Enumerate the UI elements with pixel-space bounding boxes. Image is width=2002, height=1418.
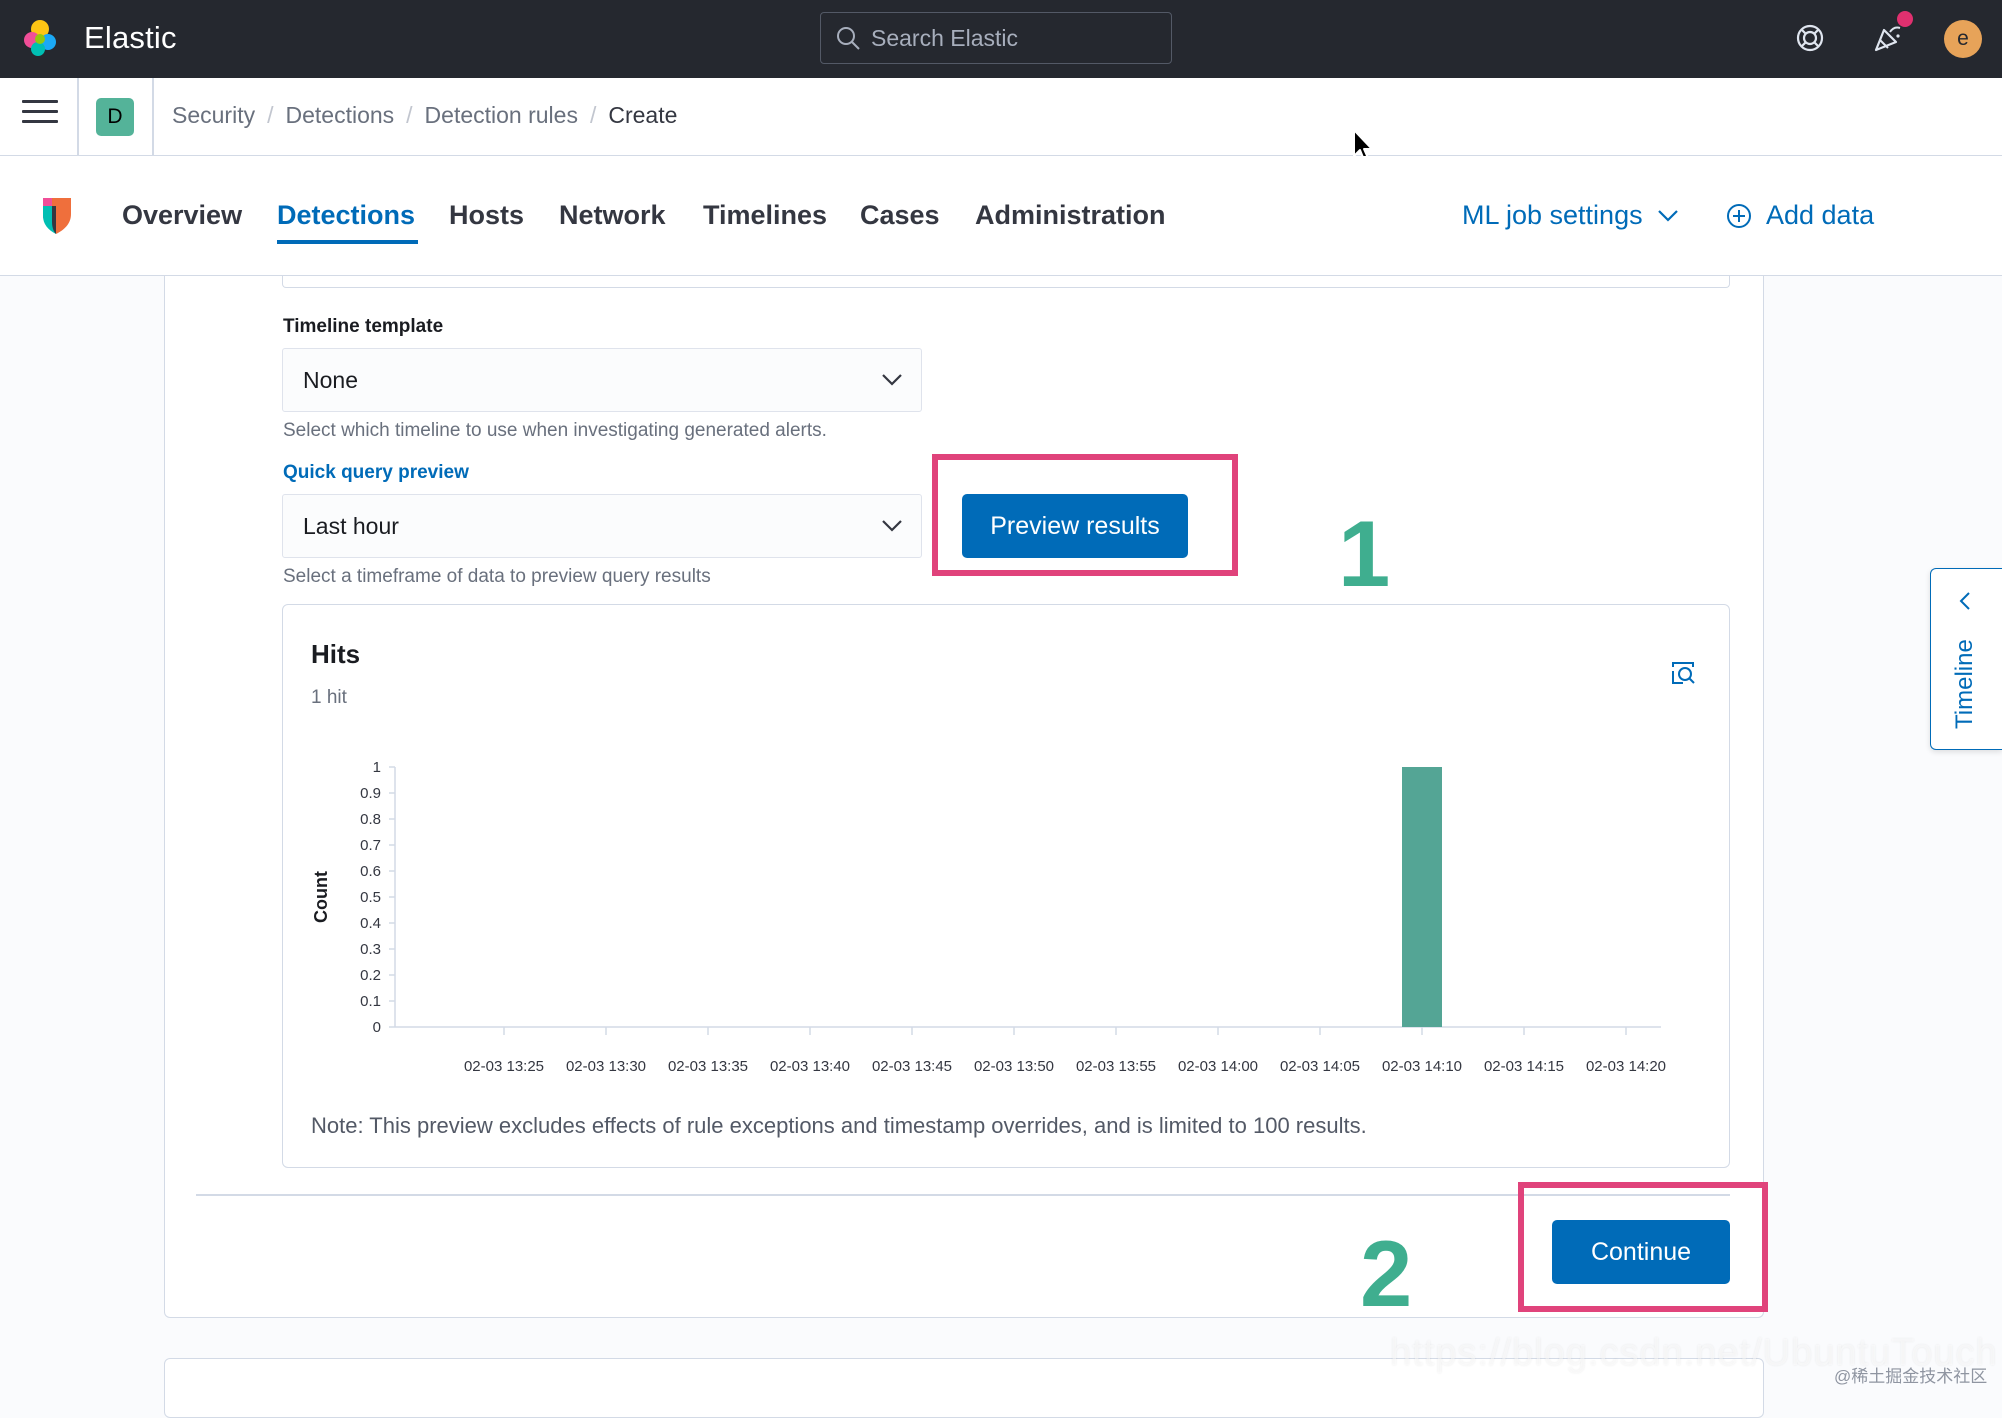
continue-button[interactable]: Continue: [1552, 1220, 1730, 1284]
tab-overview[interactable]: Overview: [122, 200, 242, 231]
security-app-nav: Overview Detections Hosts Network Timeli…: [0, 156, 2002, 276]
security-app-logo-icon: [43, 198, 71, 234]
y-tick-label: 0.9: [360, 785, 381, 802]
hamburger-icon: [22, 100, 58, 103]
ml-job-settings-label: ML job settings: [1462, 200, 1643, 230]
tab-network[interactable]: Network: [559, 200, 666, 231]
x-tick-label: 02-03 13:50: [974, 1058, 1054, 1075]
breadcrumb-separator: /: [267, 102, 274, 128]
add-data-label: Add data: [1766, 200, 1875, 230]
x-tick-label: 02-03 13:30: [566, 1058, 646, 1075]
tab-detections[interactable]: Detections: [277, 200, 415, 231]
help-icon[interactable]: [1792, 20, 1828, 56]
x-tick-label: 02-03 13:45: [872, 1058, 952, 1075]
quick-query-preview-select[interactable]: Last hour: [282, 494, 922, 558]
y-tick-label: 0.2: [360, 967, 381, 984]
menu-toggle-button[interactable]: [22, 100, 58, 134]
global-header: Elastic e: [0, 0, 2002, 78]
elastic-logo-icon[interactable]: [20, 18, 60, 58]
x-tick-label: 02-03 13:55: [1076, 1058, 1156, 1075]
ml-job-settings-button[interactable]: ML job settings: [1462, 200, 1679, 231]
previous-field-edge: [282, 276, 1730, 288]
quick-query-preview-help: Select a timeframe of data to preview qu…: [283, 566, 711, 587]
x-tick-label: 02-03 13:35: [668, 1058, 748, 1075]
hits-title: Hits: [311, 639, 361, 669]
y-tick-label: 0.6: [360, 863, 381, 880]
chevron-down-icon: [882, 520, 902, 532]
timeline-template-value: None: [303, 367, 358, 393]
timeline-template-label: Timeline template: [283, 316, 444, 337]
inspect-icon[interactable]: [1669, 659, 1697, 687]
y-tick-label: 0: [373, 1019, 381, 1036]
user-avatar[interactable]: e: [1944, 20, 1982, 58]
plus-in-circle-icon: [1727, 203, 1751, 228]
breadcrumb-detections[interactable]: Detections: [285, 102, 394, 129]
notification-dot: [1897, 11, 1913, 27]
breadcrumb-detection-rules[interactable]: Detection rules: [425, 102, 578, 129]
hits-count: 1 hit: [311, 687, 347, 708]
search-icon: [837, 27, 860, 50]
y-tick-label: 0.1: [360, 993, 381, 1010]
quick-query-preview-label: Quick query preview: [283, 462, 469, 483]
step-divider: [196, 1194, 1730, 1196]
x-tick-label: 02-03 13:40: [770, 1058, 850, 1075]
quick-query-preview-value: Last hour: [303, 513, 399, 539]
timeline-flyout-button[interactable]: Timeline: [1930, 568, 2002, 750]
hamburger-line: [22, 120, 58, 123]
watermark-community: @稀土掘金技术社区: [1834, 1367, 1988, 1386]
y-tick-label: 0.5: [360, 889, 381, 906]
tab-cases[interactable]: Cases: [860, 200, 940, 231]
divider: [152, 78, 154, 156]
chevron-down-icon: [1657, 209, 1678, 222]
brand-name[interactable]: Elastic: [84, 20, 177, 56]
breadcrumb-separator: /: [406, 102, 413, 128]
x-tick-label: 02-03 14:00: [1178, 1058, 1258, 1075]
chevron-down-icon: [882, 374, 902, 386]
x-tick-label: 02-03 14:10: [1382, 1058, 1462, 1075]
hits-preview-panel: Hits 1 hit 0 0.1 0.2 0.3 0.4 0.5 0.6 0.7 0.8 0.9 1…: [282, 604, 1730, 1168]
x-tick-label: 02-03 14:15: [1484, 1058, 1564, 1075]
y-tick-label: 0.7: [360, 837, 381, 854]
timeline-template-select[interactable]: None: [282, 348, 922, 412]
y-tick-label: 0.3: [360, 941, 381, 958]
hits-bar: [1402, 767, 1442, 1027]
y-tick-label: 0.8: [360, 811, 381, 828]
tab-timelines[interactable]: Timelines: [703, 200, 827, 231]
y-tick-label: 1: [373, 759, 381, 776]
space-selector[interactable]: D: [96, 98, 134, 136]
x-tick-label: 02-03 13:25: [464, 1058, 544, 1075]
tab-administration[interactable]: Administration: [975, 200, 1166, 231]
preview-results-button[interactable]: Preview results: [962, 494, 1188, 558]
breadcrumb-security[interactable]: Security: [172, 102, 255, 129]
tab-hosts[interactable]: Hosts: [449, 200, 524, 231]
y-axis-label: Count: [311, 871, 331, 923]
global-search[interactable]: [820, 12, 1172, 64]
timeline-template-help: Select which timeline to use when invest…: [283, 420, 827, 441]
breadcrumb-separator: /: [589, 102, 597, 128]
timeline-flyout-label: Timeline: [1951, 639, 1978, 729]
preview-note: Note: This preview excludes effects of r…: [311, 1113, 1367, 1138]
annotation-step-number: 1: [1338, 501, 1391, 606]
hits-histogram-chart: 0 0.1 0.2 0.3 0.4 0.5 0.6 0.7 0.8 0.9 1 Count 02-03 …: [311, 759, 1666, 1075]
active-tab-indicator: [277, 240, 418, 244]
y-tick-label: 0.4: [360, 915, 381, 932]
hamburger-line: [22, 110, 58, 113]
breadcrumb-bar: D Security / Detections / Detection rule…: [0, 78, 2002, 156]
divider: [77, 78, 79, 156]
x-tick-label: 02-03 14:05: [1280, 1058, 1360, 1075]
breadcrumb-create: Create: [608, 102, 678, 128]
add-data-button[interactable]: Add data: [1726, 200, 1874, 231]
annotation-step-number: 2: [1360, 1221, 1413, 1326]
breadcrumb: Security / Detections / Detection rules …: [172, 102, 677, 129]
search-input[interactable]: [871, 23, 1161, 53]
x-tick-label: 02-03 14:20: [1586, 1058, 1666, 1075]
